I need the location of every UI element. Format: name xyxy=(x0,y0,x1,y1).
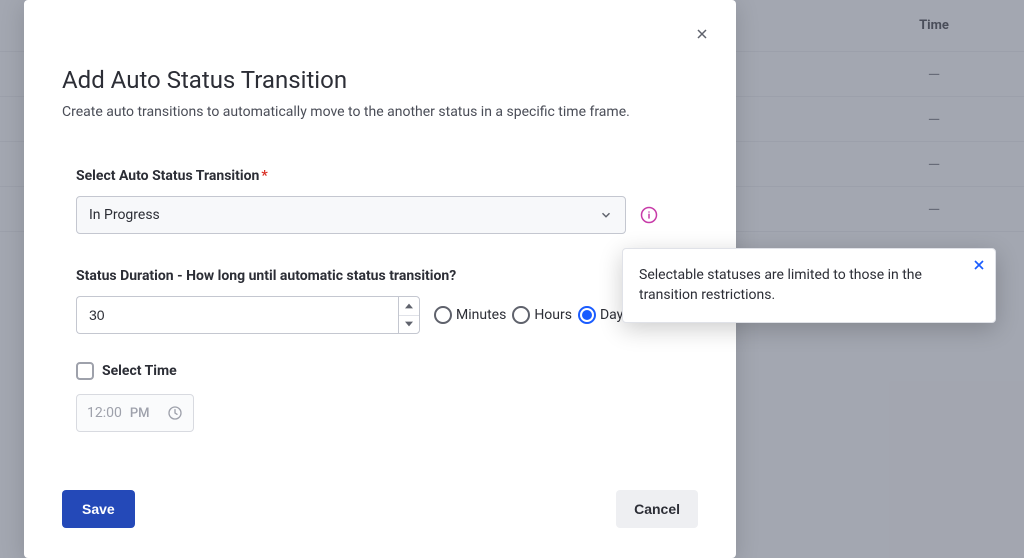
chevron-up-icon xyxy=(405,303,413,309)
status-select-value: In Progress xyxy=(89,207,160,223)
select-status-label: Select Auto Status Transition* xyxy=(76,168,684,184)
cancel-button[interactable]: Cancel xyxy=(616,490,698,528)
status-select[interactable]: In Progress xyxy=(76,196,626,234)
tooltip-text: Selectable statuses are limited to those… xyxy=(639,265,961,306)
select-time-label: Select Time xyxy=(102,363,177,379)
duration-step-down[interactable] xyxy=(399,316,419,334)
modal-subtitle: Create auto transitions to automatically… xyxy=(62,104,698,120)
duration-input-group xyxy=(76,296,420,334)
duration-input[interactable] xyxy=(76,296,398,334)
time-ampm: PM xyxy=(130,406,150,421)
checkbox-box-icon xyxy=(76,362,94,380)
radio-circle-icon xyxy=(434,306,452,324)
info-tooltip: Selectable statuses are limited to those… xyxy=(622,248,996,323)
radio-minutes[interactable]: Minutes xyxy=(434,306,506,324)
radio-hours[interactable]: Hours xyxy=(512,306,572,324)
info-icon[interactable] xyxy=(640,206,658,224)
time-input[interactable]: 12:00 PM xyxy=(76,394,194,432)
required-asterisk: * xyxy=(261,168,267,184)
close-icon xyxy=(694,26,710,42)
tooltip-close-button[interactable] xyxy=(971,257,987,273)
select-time-checkbox[interactable]: Select Time xyxy=(76,362,684,380)
radio-circle-icon xyxy=(578,306,596,324)
chevron-down-icon xyxy=(405,321,413,327)
chevron-down-icon xyxy=(599,208,613,222)
save-button[interactable]: Save xyxy=(62,490,135,528)
clock-icon xyxy=(167,405,183,421)
time-value: 12:00 xyxy=(87,405,122,421)
duration-label: Status Duration - How long until automat… xyxy=(76,268,684,284)
duration-step-up[interactable] xyxy=(399,297,419,316)
modal-close-button[interactable] xyxy=(692,24,712,44)
duration-unit-radios: Minutes Hours Days xyxy=(434,306,631,324)
modal-title: Add Auto Status Transition xyxy=(62,66,698,94)
radio-circle-icon xyxy=(512,306,530,324)
